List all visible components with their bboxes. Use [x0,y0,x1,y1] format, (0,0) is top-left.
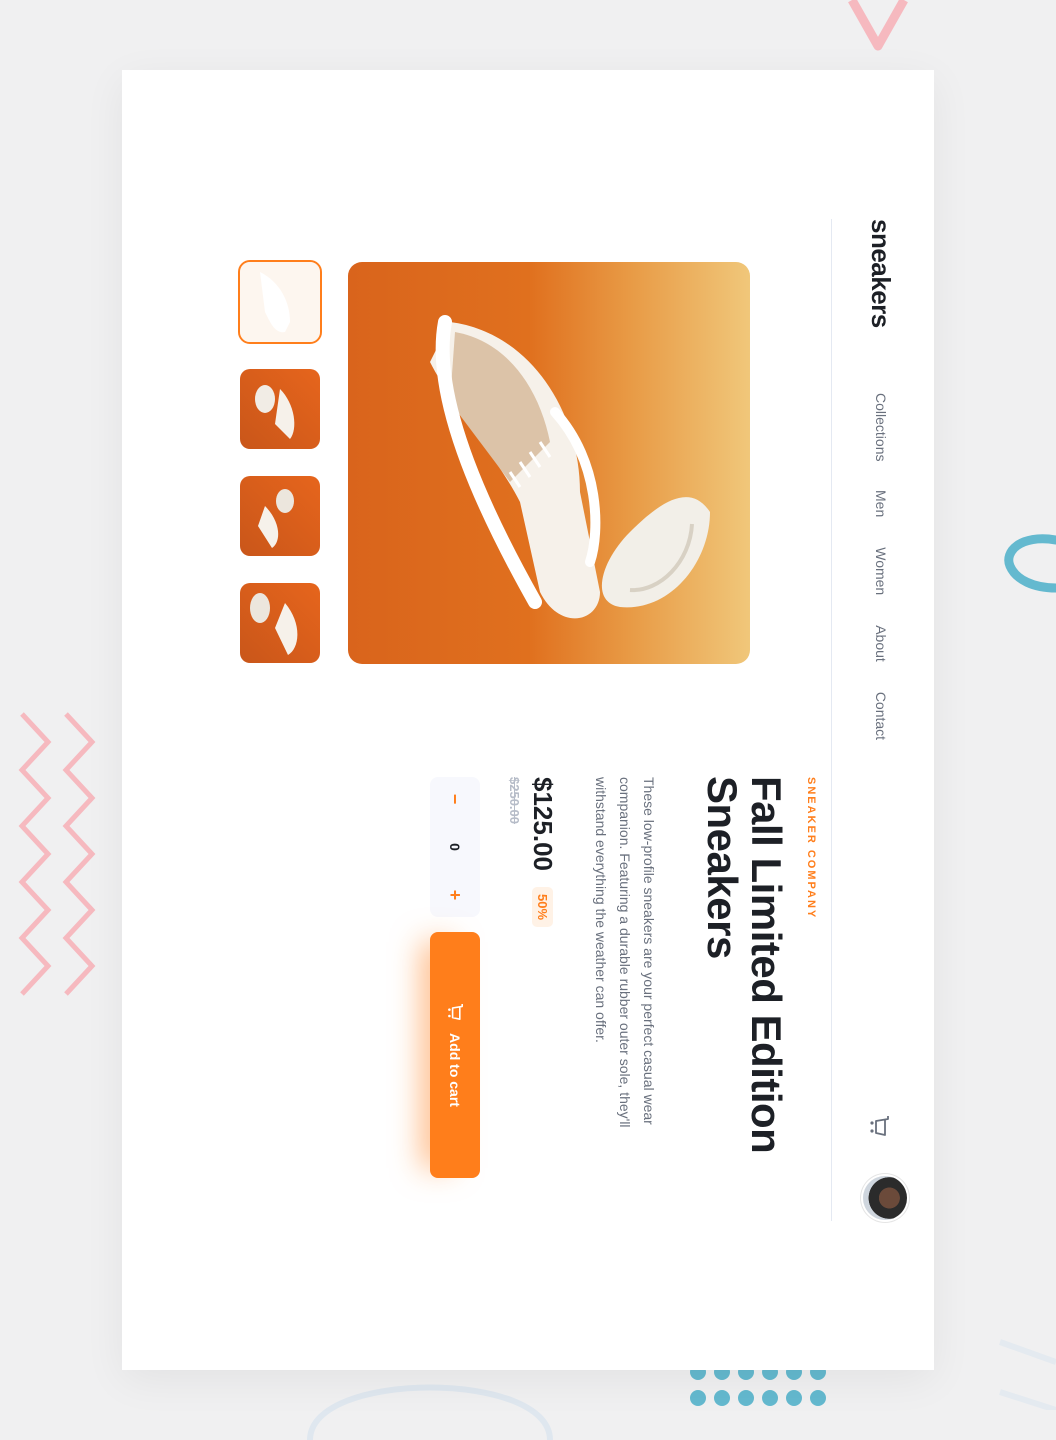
logo[interactable]: sneakers [865,219,896,328]
thumbnail-3[interactable] [240,476,320,556]
thumbnail-2[interactable] [240,369,320,449]
nav-men[interactable]: Men [873,490,889,517]
thumbnail-row [238,260,322,690]
product-description: These low-profile sneakers are your perf… [593,777,657,1128]
decrease-button[interactable]: − [445,777,466,821]
cart-icon[interactable] [868,1115,890,1137]
nav-collections[interactable]: Collections [873,393,889,463]
lines-decoration [998,1339,1056,1410]
discount-badge: 50% [532,886,553,928]
increase-button[interactable]: + [445,873,466,917]
quantity-stepper: − 0 + [430,777,480,917]
nav-contact[interactable]: Contact [873,692,889,740]
zigzag-decoration [18,712,96,996]
arc-decoration [1004,534,1056,593]
avatar[interactable] [863,1176,907,1220]
page-card: sneakers Collections Men Women About Con… [122,70,934,1370]
nav-about[interactable]: About [873,625,889,662]
current-price: $125.00 [528,777,558,871]
sneaker-image [430,315,710,619]
product-title: Fall Limited Edition Sneakers [699,776,790,1154]
thumbnail-4-image [250,593,298,655]
thumbnail-1-image [260,272,290,333]
add-to-cart-label: Add to cart [447,1033,463,1107]
price-row: $125.00 50% [527,777,558,928]
product-main-image[interactable] [348,262,750,664]
triangle-decoration [848,0,908,51]
header-divider [831,219,832,1221]
original-price: $250.00 [507,777,522,824]
thumbnail-3-image [258,489,294,548]
cart-icon [448,1004,463,1021]
thumbnail-4[interactable] [240,583,320,663]
thumbnail-2-image [255,385,295,439]
main-nav: Collections Men Women About Contact [873,393,889,770]
quantity-value: 0 [447,843,463,851]
nav-women[interactable]: Women [873,547,889,595]
company-label: SNEAKER COMPANY [805,777,817,920]
add-to-cart-button[interactable]: Add to cart [430,932,480,1178]
thumbnail-1[interactable] [238,260,322,344]
product-page: sneakers Collections Men Women About Con… [122,70,934,1370]
